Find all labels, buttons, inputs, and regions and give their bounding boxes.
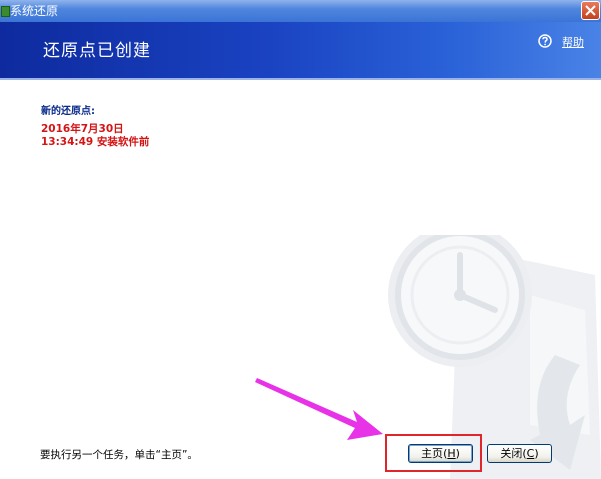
instruction-text: 要执行另一个任务，单击“主页”。 (40, 449, 198, 461)
close-icon (585, 5, 596, 16)
help-link[interactable]: 帮助 (562, 34, 584, 50)
window-close-button[interactable] (581, 1, 600, 20)
close-button[interactable]: 关闭(C) (487, 444, 552, 463)
home-button[interactable]: 主页(H) (408, 444, 473, 463)
system-restore-window: 系统还原 还原点已创建 帮助 新的还原点: 2016年7月30日 13:34:4… (0, 0, 601, 479)
close-button-label: 关闭 (500, 447, 523, 460)
page-title: 还原点已创建 (43, 41, 151, 61)
help-icon[interactable] (538, 34, 552, 48)
new-restore-point-label: 新的还原点: (41, 106, 95, 117)
home-button-label: 主页 (421, 447, 444, 460)
window-title: 系统还原 (10, 4, 59, 18)
annotation-arrow-icon (255, 378, 383, 440)
title-bar: 系统还原 (0, 0, 601, 22)
home-button-key: H (447, 447, 456, 460)
restore-point-time-description: 13:34:49 安装软件前 (41, 136, 150, 148)
app-icon (1, 6, 10, 17)
page-header: 还原点已创建 帮助 (0, 22, 601, 78)
header-divider (0, 78, 601, 80)
close-button-key: C (526, 447, 535, 460)
